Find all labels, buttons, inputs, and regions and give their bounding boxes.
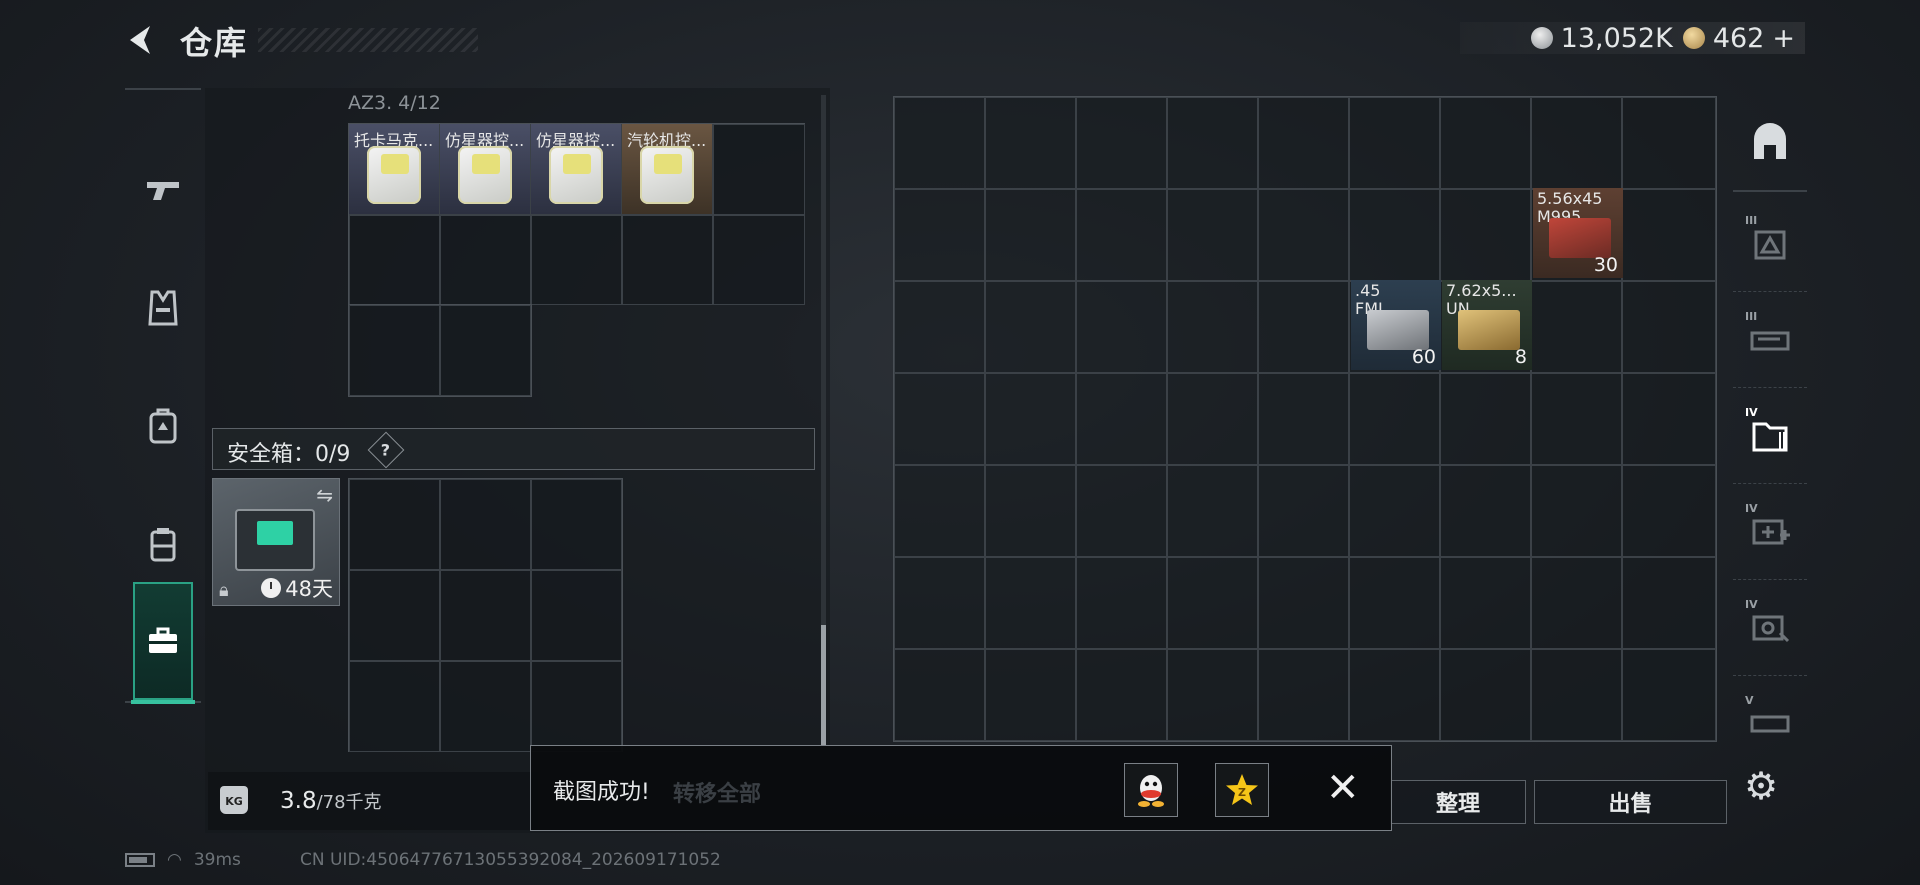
toast-message: 截图成功! <box>553 780 650 805</box>
vest-icon <box>148 290 178 326</box>
briefcase-icon <box>149 627 177 653</box>
currency-secondary[interactable]: 462 + <box>1682 22 1795 54</box>
container-icon <box>1754 230 1786 259</box>
currency-primary: 13,052K <box>1530 22 1673 54</box>
stash-tab-1[interactable]: III <box>1733 196 1807 292</box>
pistol-icon <box>147 182 179 200</box>
title-decoration <box>258 28 478 52</box>
ammo-box-image <box>1367 310 1429 350</box>
share-qzone-button[interactable]: Z <box>1215 763 1269 817</box>
equipment-sidebar <box>125 88 201 704</box>
stash-tab-6[interactable]: V <box>1733 676 1807 772</box>
ping-value: 39ms <box>193 850 241 870</box>
safe-box-image <box>235 509 315 571</box>
sidebar-item-weapon[interactable] <box>125 135 201 245</box>
safe-box-header: 安全箱：0/9 ? <box>212 428 815 470</box>
swap-icon[interactable]: ⇋ <box>316 483 333 507</box>
help-icon: ? <box>381 440 391 460</box>
container-item[interactable]: 托卡马克... <box>349 124 439 214</box>
key-case-icon <box>1752 615 1790 642</box>
folder-icon <box>1752 422 1788 451</box>
stash-item-ammo-556[interactable]: 5.56x45 M995 30 <box>1533 188 1623 278</box>
silver-coin-icon <box>1530 27 1553 49</box>
weight-indicator: KG 3.8/78千克 <box>208 772 538 830</box>
sidebar-item-armor[interactable] <box>125 253 201 363</box>
rig-icon <box>150 528 176 562</box>
item-count: 8 <box>1514 346 1527 368</box>
item-image <box>458 146 512 204</box>
sidebar-item-backpack[interactable] <box>125 371 201 481</box>
tidy-button[interactable]: 整理 <box>1390 780 1526 824</box>
safe-box-grid <box>348 478 623 752</box>
back-arrow-icon <box>130 26 150 54</box>
stash-tab-4[interactable]: IV <box>1733 484 1807 580</box>
qzone-star-icon: Z <box>1226 774 1258 805</box>
weight-value: 3.8/78千克 <box>280 788 382 814</box>
user-uid: CN UID:45064776713055392084_202609171052 <box>300 850 721 870</box>
gold-coin-icon <box>1682 27 1705 49</box>
currency-secondary-value: 462 <box>1712 22 1765 54</box>
stash-item-ammo-762[interactable]: 7.62x5... UN 8 <box>1442 280 1532 370</box>
weight-current: 3.8 <box>280 788 317 814</box>
svg-text:Z: Z <box>1238 786 1246 799</box>
close-toast-button[interactable]: ✕ <box>1326 768 1360 808</box>
currency-primary-value: 13,052K <box>1560 22 1673 54</box>
share-qq-button[interactable] <box>1124 763 1178 817</box>
container-item[interactable]: 仿星器控... <box>531 124 621 214</box>
weight-max: /78千克 <box>316 792 382 813</box>
transfer-all-button[interactable]: 转移全部 <box>673 776 761 808</box>
item-image <box>549 146 603 204</box>
status-bar: ◠ 39ms <box>125 850 241 870</box>
medical-case-icon <box>1752 519 1790 544</box>
item-count: 60 <box>1411 346 1436 368</box>
help-button[interactable]: ? <box>367 431 405 469</box>
backpack-icon <box>149 408 177 444</box>
item-image <box>367 146 421 204</box>
stash-tab-3[interactable]: IV <box>1733 388 1807 484</box>
stash-home-icon <box>1754 123 1786 159</box>
weight-icon: KG <box>220 786 248 814</box>
item-count: 30 <box>1593 254 1618 276</box>
stash-item-ammo-45[interactable]: .45 FMJ 60 <box>1351 280 1441 370</box>
stash-tab-home[interactable] <box>1733 96 1807 192</box>
stash-tab-5[interactable]: IV <box>1733 580 1807 676</box>
sidebar-item-safe-box[interactable] <box>131 582 195 704</box>
safe-box-slot[interactable]: ⇋ 🔒︎ 48天 <box>212 478 340 606</box>
ammo-case-icon <box>1750 715 1790 733</box>
safe-box-duration: 48天 <box>261 573 333 603</box>
container-item[interactable]: 仿星器控... <box>440 124 530 214</box>
safe-box-capacity: 安全箱：0/9 <box>227 442 351 467</box>
scrollbar-thumb[interactable] <box>821 625 826 745</box>
ammo-box-image <box>1458 310 1520 350</box>
add-currency-button[interactable]: + <box>1772 23 1795 54</box>
item-image <box>640 146 694 204</box>
qq-icon <box>1138 775 1164 807</box>
clock-icon <box>261 578 282 598</box>
inventory-scrollbar[interactable] <box>821 95 826 745</box>
ammo-box-image <box>1549 218 1611 258</box>
wifi-icon: ◠ <box>167 850 182 870</box>
safe-box-days: 48天 <box>285 577 333 601</box>
container-grid-extension <box>348 304 532 397</box>
screenshot-toast: 截图成功! 转移全部 Z ✕ <box>530 745 1392 831</box>
sell-button[interactable]: 出售 <box>1534 780 1727 824</box>
page-title: 仓库 <box>180 24 249 62</box>
weapon-case-icon <box>1750 331 1790 350</box>
container-item[interactable]: 汽轮机控... <box>622 124 712 214</box>
stash-tab-2[interactable]: III <box>1733 292 1807 388</box>
battery-icon <box>125 853 155 867</box>
settings-gear-icon[interactable]: ⚙ <box>1744 764 1778 808</box>
container-capacity: AZ3. 4/12 <box>348 92 441 114</box>
currency-bar: 13,052K 462 + <box>1460 22 1805 54</box>
back-button[interactable] <box>122 20 162 60</box>
lock-icon: 🔒︎ <box>219 580 229 601</box>
stash-category-bar: III III IV IV IV V <box>1733 96 1807 746</box>
